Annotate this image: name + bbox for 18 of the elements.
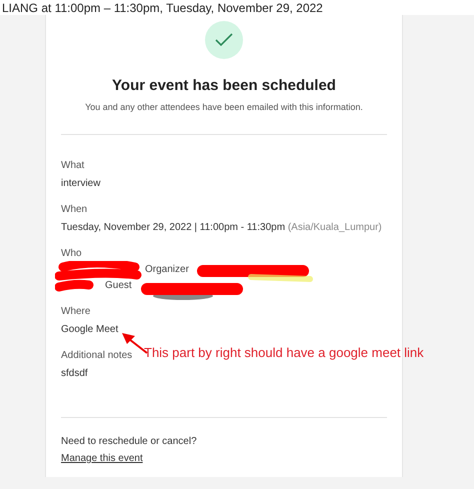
- detail-value: interview: [61, 177, 100, 191]
- detail-label: Who: [61, 247, 83, 261]
- confirmation-subtitle: You and any other attendees have been emailed with this information.: [84, 100, 364, 114]
- reschedule-question: Need to reschedule or cancel?: [61, 435, 198, 449]
- check-icon: [205, 21, 243, 59]
- detail-label: Where: [61, 305, 90, 319]
- detail-label: When: [61, 203, 88, 217]
- detail-value: sfdsdf: [61, 367, 88, 381]
- annotation-text: This part by right should have a google meet link: [144, 344, 424, 362]
- detail-value: Tuesday, November 29, 2022 | 11:00pm - 11:30pm (Asia/Kuala_Lumpur): [61, 221, 382, 235]
- header-text: LIANG at 11:00pm – 11:30pm, Tuesday, November 29, 2022: [2, 1, 323, 15]
- attendee-role: Organizer: [144, 263, 190, 277]
- confirmation-title: Your event has been scheduled: [111, 76, 337, 96]
- attendee-role: Guest: [104, 279, 133, 293]
- detail-label: Additional notes: [61, 349, 132, 363]
- detail-label: What: [61, 159, 84, 173]
- detail-value: Google Meet: [61, 323, 118, 337]
- manage-event-link[interactable]: Manage this event: [61, 451, 143, 466]
